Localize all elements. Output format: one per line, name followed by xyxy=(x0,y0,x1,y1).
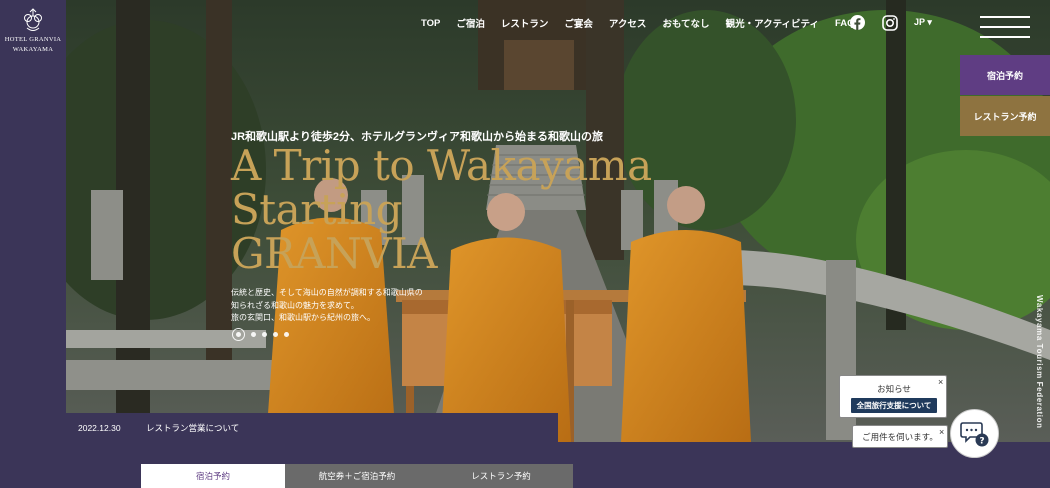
slide-dot[interactable] xyxy=(262,332,267,337)
notice-popup: お知らせ 全国旅行支援について × xyxy=(839,375,947,418)
slide-dot[interactable] xyxy=(284,332,289,337)
nav-restaurant[interactable]: レストラン xyxy=(501,16,549,30)
close-icon[interactable]: × xyxy=(939,428,944,437)
slide-indicators xyxy=(232,328,289,341)
photo-credit: Wakayama Tourism Federation xyxy=(1035,295,1044,429)
hero-title-line: A Trip to Wakayama xyxy=(231,141,652,190)
hero-title-line: GRANVIA xyxy=(231,229,438,278)
left-sidebar: HOTEL GRANVIA WAKAYAMA xyxy=(0,0,66,488)
hero-desc-line: 伝統と歴史、そして海山の自然が調和する和歌山県の xyxy=(231,288,423,297)
logo-emblem-icon xyxy=(24,8,42,31)
nav-hospitality[interactable]: おもてなし xyxy=(662,16,709,30)
chat-prompt-text: ご用件を伺います。 xyxy=(862,431,938,442)
top-navigation: TOP ご宿泊 レストラン ご宴会 アクセス おもてなし 観光・アクティビティ … xyxy=(421,16,870,31)
hero-desc-line: 知られざる和歌山の魅力を求めて。 xyxy=(231,300,359,310)
restaurant-reservation-button[interactable]: レストラン予約 xyxy=(960,96,1050,136)
notice-title: お知らせ xyxy=(877,384,911,394)
hamburger-menu-icon[interactable] xyxy=(980,16,1030,40)
chat-button[interactable]: ? xyxy=(950,409,999,458)
hero-title-line: Starting xyxy=(231,185,403,234)
nav-top[interactable]: TOP xyxy=(421,18,440,29)
slide-dot-active[interactable] xyxy=(232,328,245,341)
tab-flight-hotel-booking[interactable]: 航空券＋ご宿泊予約 xyxy=(285,464,429,488)
language-selector[interactable]: JP ▾ xyxy=(914,17,932,28)
nav-sightseeing[interactable]: 観光・アクティビティ xyxy=(726,16,819,30)
news-bar[interactable]: 2022.12.30 レストラン営業について xyxy=(66,413,558,442)
nav-stay[interactable]: ご宿泊 xyxy=(456,16,485,30)
nav-banquet[interactable]: ご宴会 xyxy=(564,16,593,30)
tab-hotel-booking[interactable]: 宿泊予約 xyxy=(141,464,285,488)
close-icon[interactable]: × xyxy=(938,378,943,387)
hero-title: A Trip to Wakayama Starting GRANVIA xyxy=(231,141,652,278)
news-title[interactable]: レストラン営業について xyxy=(146,422,239,434)
news-date: 2022.12.30 xyxy=(78,422,121,433)
travel-support-link[interactable]: 全国旅行支援について xyxy=(851,398,937,413)
booking-tabs: 宿泊予約 航空券＋ご宿泊予約 レストラン予約 xyxy=(141,464,573,488)
hero-desc-line: 旅の玄関口、和歌山駅から紀州の旅へ。 xyxy=(231,313,375,322)
hero-description: 伝統と歴史、そして海山の自然が調和する和歌山県の 知られざる和歌山の魅力を求めて… xyxy=(231,287,423,325)
facebook-icon[interactable] xyxy=(850,15,865,30)
brand-line1: HOTEL GRANVIA xyxy=(4,36,62,43)
nav-access[interactable]: アクセス xyxy=(609,16,647,30)
chat-bubble-icon: ? xyxy=(959,421,988,446)
chat-prompt-bubble[interactable]: ご用件を伺います。 × xyxy=(852,425,948,448)
slide-dot[interactable] xyxy=(251,332,256,337)
stay-reservation-button[interactable]: 宿泊予約 xyxy=(960,55,1050,95)
tab-restaurant-booking[interactable]: レストラン予約 xyxy=(429,464,573,488)
brand-line2: WAKAYAMA xyxy=(12,46,54,53)
svg-text:?: ? xyxy=(979,436,984,446)
slide-dot[interactable] xyxy=(273,332,278,337)
hotel-logo[interactable]: HOTEL GRANVIA WAKAYAMA xyxy=(0,6,66,54)
instagram-icon[interactable] xyxy=(882,15,898,31)
